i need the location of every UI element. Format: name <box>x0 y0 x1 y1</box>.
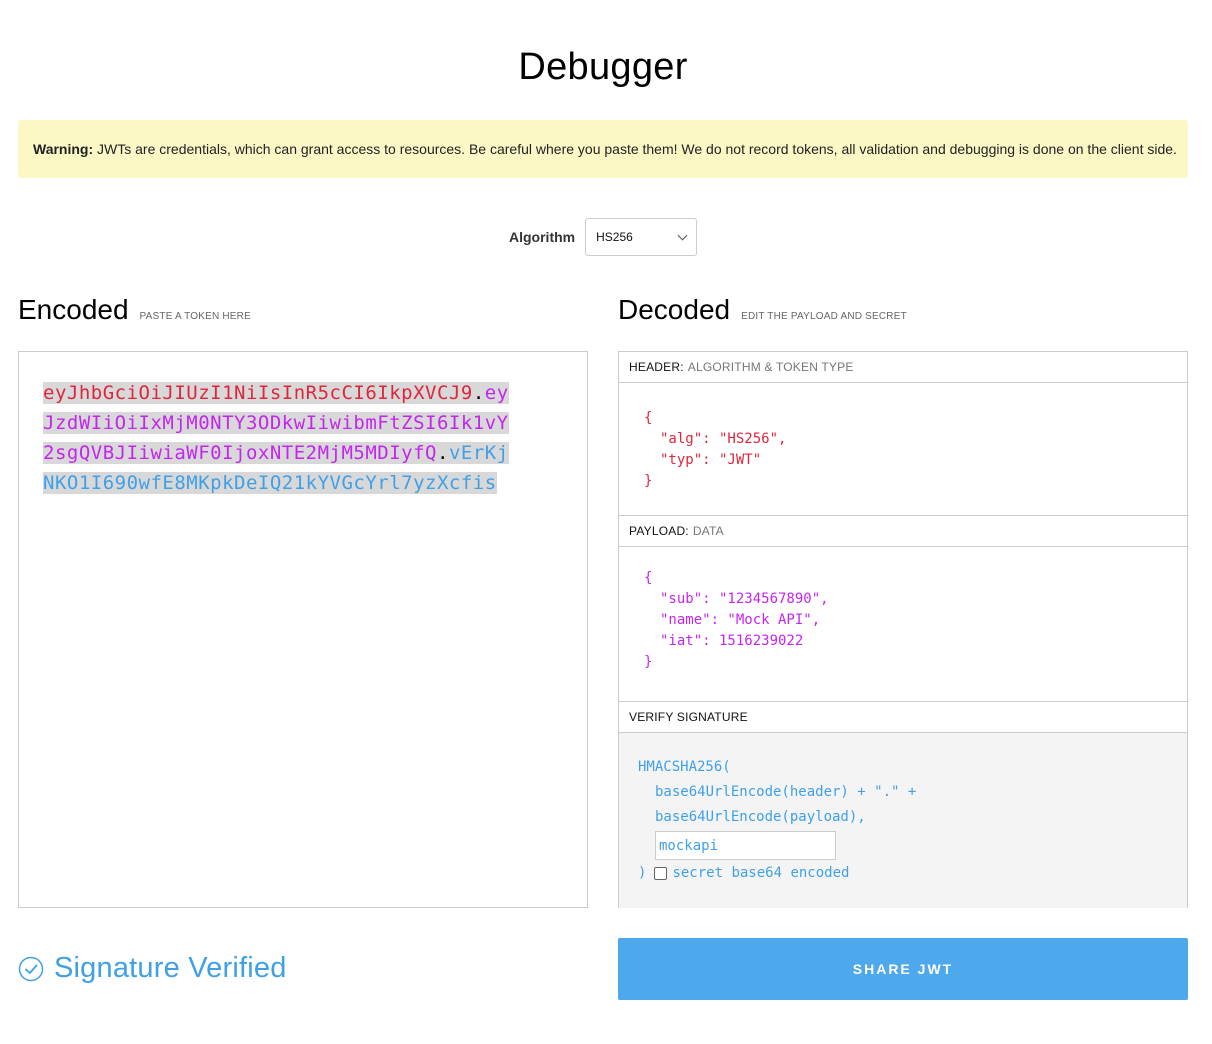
json-line: } <box>644 473 653 489</box>
decoded-panel: HEADER: ALGORITHM & TOKEN TYPE { "alg": "… <box>618 351 1188 908</box>
secret-base64-label: secret base64 encoded <box>672 865 850 881</box>
check-circle-icon <box>18 956 44 981</box>
header-json-editor[interactable]: { "alg": "HS256", "typ": "JWT" } <box>619 383 1187 516</box>
token-line: eyJhbGciOiJIUzI1NiIsInR5cCI6IkpXVCJ9.ey <box>43 378 513 408</box>
json-line: "iat": 1516239022 <box>660 633 804 649</box>
json-line: "typ": "JWT" <box>660 452 762 468</box>
signature-func: HMACSHA256( <box>638 759 731 775</box>
json-line: { <box>644 570 653 586</box>
algorithm-select[interactable]: HS256 <box>585 218 698 256</box>
token-segment-pay: ey <box>484 382 509 404</box>
signature-label: VERIFY SIGNATURE <box>629 710 748 724</box>
secret-input[interactable] <box>655 831 836 860</box>
warning-text: JWTs are credentials, which can grant ac… <box>93 141 1177 157</box>
secret-base64-checkbox[interactable] <box>654 867 668 880</box>
warning-banner: Warning: JWTs are credentials, which can… <box>18 120 1188 178</box>
signature-close: ) <box>638 865 647 881</box>
payload-label: PAYLOAD: <box>629 524 689 538</box>
encoded-title: Encoded <box>18 294 129 325</box>
payload-sublabel: DATA <box>692 524 724 538</box>
token-line: 2sgQVBJIiwiaWF0IjoxNTE2MjM5MDIyfQ.vErKj <box>43 438 513 468</box>
payload-json-editor[interactable]: { "sub": "1234567890", "name": "Mock API… <box>619 547 1187 702</box>
encoded-subtitle: PASTE A TOKEN HERE <box>139 311 251 322</box>
signature-pane-title: VERIFY SIGNATURE <box>619 702 1187 733</box>
warning-label: Warning: <box>33 141 94 157</box>
payload-pane-title: PAYLOAD: DATA <box>619 516 1187 547</box>
token-text: eyJhbGciOiJIUzI1NiIsInR5cCI6IkpXVCJ9.ey J… <box>43 378 513 498</box>
json-line: "alg": "HS256", <box>660 431 787 447</box>
signature-status-text: Signature Verified <box>54 952 287 984</box>
decoded-heading: Decoded EDIT THE PAYLOAD AND SECRET <box>618 294 907 326</box>
token-line: NKO1I690wfE8MKpkDeIQ21kYVGcYrl7yzXcfis <box>43 468 513 498</box>
algorithm-selected-value: HS256 <box>596 230 633 244</box>
signature-line-header: base64UrlEncode(header) + "." + <box>655 784 917 800</box>
decoded-subtitle: EDIT THE PAYLOAD AND SECRET <box>741 311 907 322</box>
encoded-heading: Encoded PASTE A TOKEN HERE <box>18 294 251 326</box>
share-jwt-button[interactable]: SHARE JWT <box>618 938 1188 1000</box>
secret-base64-row: ) secret base64 encoded <box>638 861 1187 886</box>
header-sublabel: ALGORITHM & TOKEN TYPE <box>687 360 854 374</box>
token-segment-head: eyJhbGciOiJIUzI1NiIsInR5cCI6IkpXVCJ9 <box>43 382 473 404</box>
chevron-down-icon <box>677 230 688 240</box>
token-segment-dot: . <box>437 442 449 464</box>
token-line: JzdWIiOiIxMjM0NTY3ODkwIiwibmFtZSI6Ik1vY <box>43 408 513 438</box>
token-segment-sig: NKO1I690wfE8MKpkDeIQ21kYVGcYrl7yzXcfis <box>43 472 497 494</box>
token-segment-sig: vErKj <box>448 442 509 464</box>
json-line: "sub": "1234567890", <box>660 591 829 607</box>
json-line: { <box>644 410 653 426</box>
json-line: "name": "Mock API", <box>660 612 821 628</box>
json-line: } <box>644 654 653 670</box>
signature-line-payload: base64UrlEncode(payload), <box>655 809 866 825</box>
page-title: Debugger <box>518 46 688 88</box>
decoded-title: Decoded <box>618 294 731 325</box>
token-segment-pay: JzdWIiOiIxMjM0NTY3ODkwIiwibmFtZSI6Ik1vY <box>43 412 509 434</box>
token-segment-dot: . <box>472 382 485 404</box>
token-segment-pay: 2sgQVBJIiwiaWF0IjoxNTE2MjM5MDIyfQ <box>43 442 437 464</box>
algorithm-row: Algorithm HS256 <box>509 218 698 256</box>
encoded-token-editor[interactable]: eyJhbGciOiJIUzI1NiIsInR5cCI6IkpXVCJ9.ey J… <box>18 351 588 908</box>
algorithm-label: Algorithm <box>509 229 576 245</box>
signature-status: Signature Verified <box>18 952 287 985</box>
header-pane-title: HEADER: ALGORITHM & TOKEN TYPE <box>619 352 1187 383</box>
header-label: HEADER: <box>629 360 684 374</box>
signature-body: HMACSHA256( base64UrlEncode(header) + ".… <box>619 733 1187 908</box>
